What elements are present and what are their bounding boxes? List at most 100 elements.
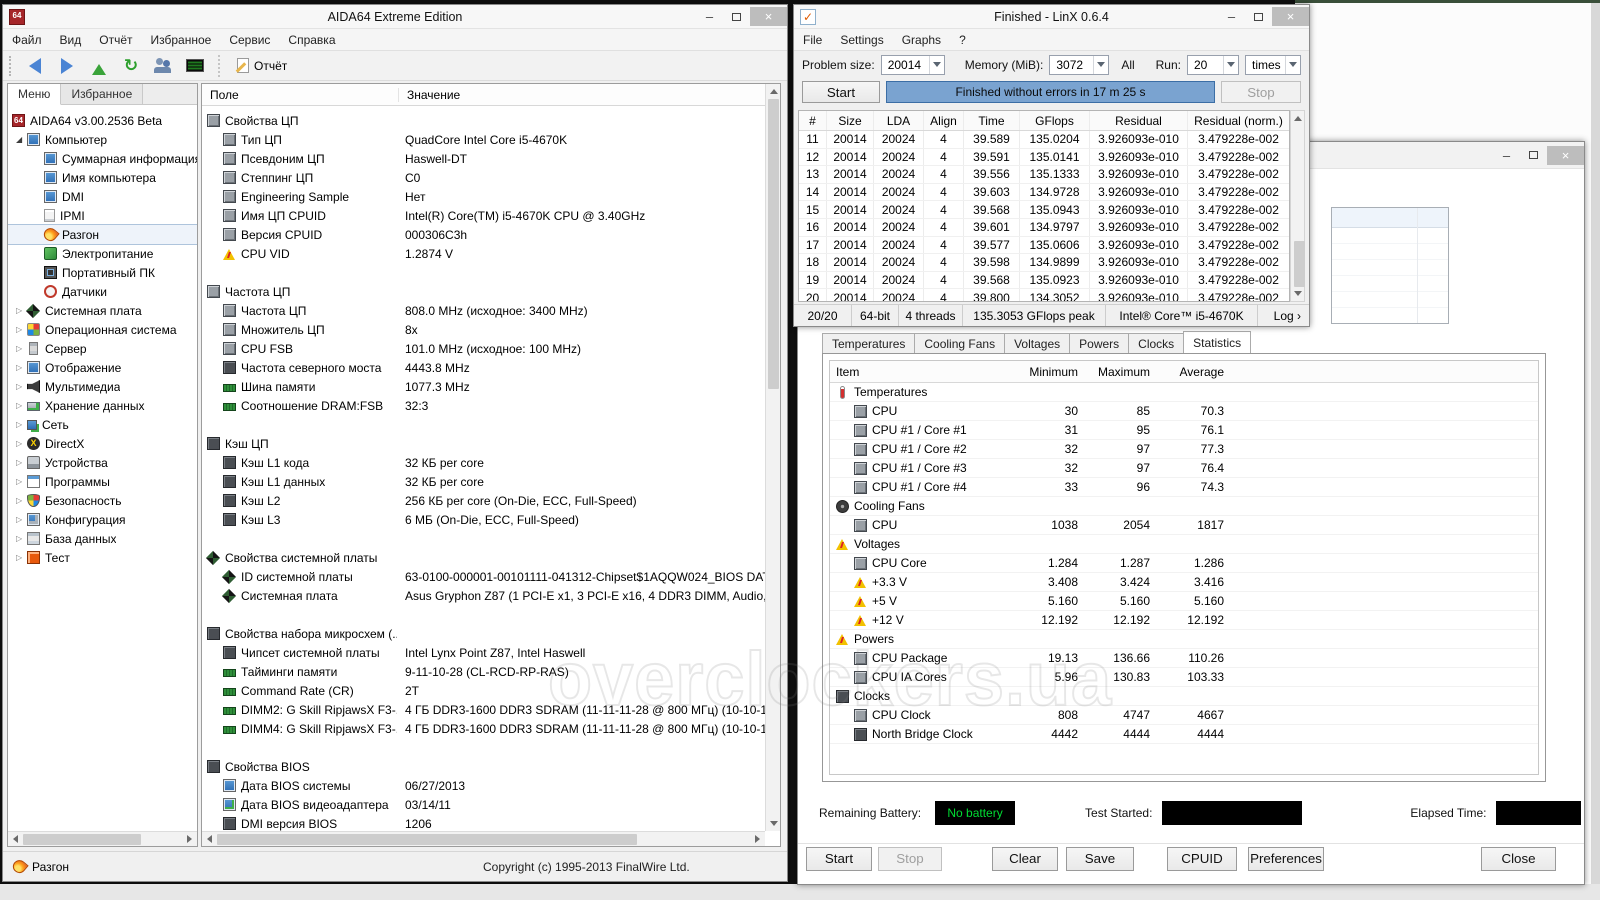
scrollbar-thumb[interactable] — [217, 834, 637, 845]
field-row[interactable]: Системная плата Asus Gryphon Z87 (1 PCI-… — [202, 586, 765, 605]
sidebar-hscrollbar[interactable] — [8, 831, 197, 846]
tree-item[interactable]: Сеть — [8, 415, 197, 434]
results-column-header[interactable]: GFlops — [1020, 111, 1090, 130]
field-row[interactable]: Свойства набора микросхем (... — [202, 624, 765, 643]
tree-item[interactable]: Устройства — [8, 453, 197, 472]
close-icon[interactable]: × — [750, 7, 787, 26]
tree-item[interactable]: DirectX — [8, 434, 197, 453]
problem-size-select[interactable]: 20014 — [881, 55, 945, 75]
tree-item[interactable]: Хранение данных — [8, 396, 197, 415]
statistics-row[interactable]: CPU #1 / Core #2 32 97 77.3 — [830, 440, 1538, 459]
minimize-icon[interactable]: – — [1218, 7, 1245, 26]
log-button[interactable]: Log › — [1266, 305, 1309, 326]
field-row[interactable]: Кэш L1 кода 32 КБ per core — [202, 453, 765, 472]
up-button[interactable] — [85, 54, 113, 78]
minimize-icon[interactable]: – — [1493, 146, 1520, 165]
stability-button[interactable]: Close — [1481, 847, 1556, 871]
scroll-up-icon[interactable] — [1290, 111, 1305, 126]
field-row[interactable]: Свойства BIOS — [202, 757, 765, 776]
stability-button[interactable]: Start — [806, 847, 872, 871]
field-row[interactable] — [202, 605, 765, 624]
report-vscrollbar[interactable] — [765, 84, 780, 831]
menu-item[interactable]: ? — [950, 29, 975, 50]
report-hscrollbar[interactable] — [202, 831, 765, 846]
tree-item[interactable]: Имя компьютера — [8, 168, 197, 187]
results-row[interactable]: 18 20014 20024 4 39.598 134.9899 3.92609… — [799, 254, 1289, 272]
maximize-icon[interactable] — [723, 7, 750, 26]
remote-monitor-button[interactable] — [181, 54, 209, 78]
maximize-icon[interactable] — [1245, 7, 1272, 26]
expander-icon[interactable] — [16, 402, 27, 410]
field-row[interactable]: Кэш ЦП — [202, 434, 765, 453]
results-column-header[interactable]: Time — [964, 111, 1020, 130]
scroll-up-icon[interactable] — [766, 84, 781, 99]
field-row[interactable] — [202, 529, 765, 548]
results-row[interactable]: 19 20014 20024 4 39.568 135.0923 3.92609… — [799, 272, 1289, 290]
tab-favorites[interactable]: Избранное — [61, 84, 143, 104]
field-row[interactable]: Степпинг ЦП C0 — [202, 168, 765, 187]
tree-item[interactable]: Датчики — [8, 282, 197, 301]
expander-icon[interactable] — [16, 516, 27, 524]
statistics-row[interactable]: +3.3 V 3.408 3.424 3.416 — [830, 573, 1538, 592]
scrollbar-thumb[interactable] — [768, 99, 779, 389]
tree-item[interactable]: Разгон — [8, 225, 197, 244]
statistics-row[interactable]: CPU Clock 808 4747 4667 — [830, 706, 1538, 725]
tree-item[interactable]: Безопасность — [8, 491, 197, 510]
field-row[interactable]: Соотношение DRAM:FSB 32:3 — [202, 396, 765, 415]
results-column-header[interactable]: Size — [827, 111, 874, 130]
col-field[interactable]: Поле — [202, 88, 399, 102]
tree-item[interactable]: IPMI — [8, 206, 197, 225]
expander-icon[interactable] — [16, 421, 27, 429]
scrollbar-thumb[interactable] — [1294, 241, 1305, 287]
stability-button[interactable]: Stop — [878, 847, 942, 871]
results-column-header[interactable]: LDA — [874, 111, 924, 130]
stability-tab[interactable]: Statistics — [1183, 331, 1251, 354]
stability-button[interactable]: CPUID — [1167, 847, 1237, 871]
report-button[interactable]: Отчёт — [229, 54, 295, 78]
tree-item[interactable]: Мультимедиа — [8, 377, 197, 396]
start-button[interactable]: Start — [802, 81, 880, 103]
field-row[interactable]: Кэш L1 данных 32 КБ per core — [202, 472, 765, 491]
scroll-left-icon[interactable] — [8, 832, 23, 847]
field-row[interactable] — [202, 415, 765, 434]
tree-item[interactable]: База данных — [8, 529, 197, 548]
statistics-row[interactable]: CPU #1 / Core #4 33 96 74.3 — [830, 478, 1538, 497]
close-icon[interactable]: × — [1547, 146, 1584, 165]
field-row[interactable]: Тайминги памяти 9-11-10-28 (CL-RCD-RP-RA… — [202, 662, 765, 681]
field-row[interactable]: Тип ЦП QuadCore Intel Core i5-4670K — [202, 130, 765, 149]
menu-item[interactable]: Избранное — [142, 29, 221, 50]
memory-select[interactable]: 3072 — [1049, 55, 1109, 75]
menu-item[interactable]: Graphs — [893, 29, 950, 50]
statistics-row[interactable]: CPU 30 85 70.3 — [830, 402, 1538, 421]
tree-item[interactable]: Электропитание — [8, 244, 197, 263]
close-icon[interactable]: × — [1272, 7, 1309, 26]
statistics-row[interactable]: Temperatures — [830, 383, 1538, 402]
stability-tab[interactable]: Powers — [1069, 333, 1128, 354]
expander-icon[interactable] — [16, 326, 27, 334]
expander-icon[interactable] — [16, 383, 27, 391]
results-row[interactable]: 13 20014 20024 4 39.556 135.1333 3.92609… — [799, 166, 1289, 184]
tree-item[interactable]: Суммарная информация — [8, 149, 197, 168]
statistics-row[interactable]: CPU Core 1.284 1.287 1.286 — [830, 554, 1538, 573]
run-units-select[interactable]: times — [1245, 55, 1301, 75]
menu-item[interactable]: File — [794, 29, 831, 50]
field-row[interactable]: Имя ЦП CPUID Intel(R) Core(TM) i5-4670K … — [202, 206, 765, 225]
maximize-icon[interactable] — [1520, 146, 1547, 165]
field-row[interactable] — [202, 263, 765, 282]
field-row[interactable]: Псевдоним ЦП Haswell-DT — [202, 149, 765, 168]
expander-icon[interactable] — [16, 459, 27, 467]
tree-item[interactable]: AIDA64 v3.00.2536 Beta — [8, 111, 197, 130]
field-row[interactable]: Частота северного моста 4443.8 MHz — [202, 358, 765, 377]
expander-icon[interactable] — [16, 535, 27, 543]
field-row[interactable]: ID системной платы 63-0100-000001-001011… — [202, 567, 765, 586]
results-column-header[interactable]: Align — [924, 111, 964, 130]
field-row[interactable]: Дата BIOS видеоадаптера 03/14/11 — [202, 795, 765, 814]
back-button[interactable] — [21, 54, 49, 78]
menu-item[interactable]: Справка — [279, 29, 344, 50]
expander-icon[interactable] — [16, 364, 27, 372]
tree-item[interactable]: Системная плата — [8, 301, 197, 320]
results-row[interactable]: 17 20014 20024 4 39.577 135.0606 3.92609… — [799, 237, 1289, 255]
menu-item[interactable]: Сервис — [220, 29, 279, 50]
tree-item[interactable]: DMI — [8, 187, 197, 206]
expander-icon[interactable] — [16, 136, 27, 144]
